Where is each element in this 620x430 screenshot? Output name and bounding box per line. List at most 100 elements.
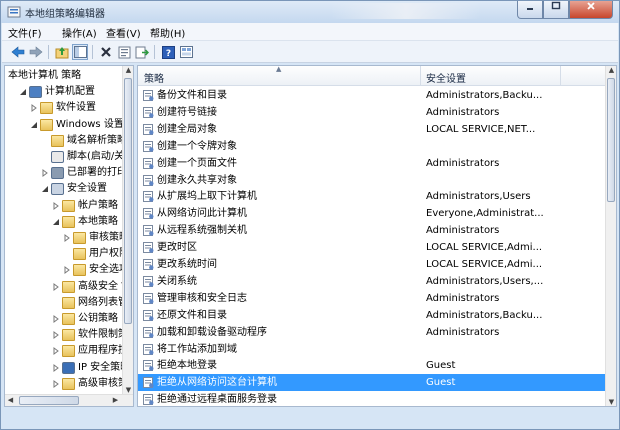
column-divider[interactable] [420, 66, 421, 86]
toolbar-separator [48, 45, 49, 59]
console-tree-pane[interactable]: 本地计算机 策略 计算机配置 软件设置 Windows 设置 域名解析策略 脚本(启动/关… [4, 65, 134, 407]
tree-vertical-scrollbar[interactable]: ▲ ▼ [122, 66, 133, 394]
column-header-policy[interactable]: 策略 [144, 70, 164, 85]
policy-setting-icon [143, 259, 154, 270]
collapsed-triangle-icon[interactable] [52, 315, 60, 323]
back-arrow-icon [11, 46, 25, 58]
policy-row[interactable]: 拒绝从网络访问这台计算机 Guest [138, 374, 606, 392]
tree-horizontal-scrollbar[interactable]: ◀ ▶ [5, 394, 133, 406]
collapsed-triangle-icon[interactable] [52, 379, 60, 388]
policy-setting-icon [143, 360, 154, 372]
title-bar[interactable]: 本地组策略编辑器 [1, 1, 619, 23]
up-level-button[interactable] [54, 44, 70, 60]
policy-row[interactable]: 更改时区 LOCAL SERVICE,Admi... [138, 239, 606, 256]
policy-setting-icon [143, 174, 154, 186]
list-vertical-scrollbar[interactable]: ▲ ▼ [605, 66, 616, 406]
show-hide-tree-button[interactable] [72, 44, 88, 60]
column-divider[interactable] [560, 66, 561, 86]
delete-button[interactable] [98, 44, 114, 60]
policy-row[interactable]: 管理审核和安全日志 Administrators [138, 290, 606, 307]
collapsed-triangle-icon[interactable] [30, 104, 38, 113]
menu-file[interactable]: 文件(F) [8, 25, 42, 40]
policy-row[interactable]: 创建永久共享对象 [138, 172, 606, 189]
policy-security-setting: Administrators,Users [426, 191, 531, 203]
tree-node-label: 网络列表管 [78, 296, 128, 308]
policy-row[interactable]: 拒绝通过远程桌面服务登录 [138, 391, 606, 406]
collapsed-triangle-icon[interactable] [52, 282, 60, 291]
expanded-triangle-icon[interactable] [41, 185, 49, 193]
menu-help[interactable]: 帮助(H) [150, 25, 185, 40]
back-button[interactable] [10, 44, 26, 60]
policy-row[interactable]: 还原文件和目录 Administrators,Backu... [138, 307, 606, 324]
policy-setting-icon [143, 326, 154, 338]
tree-node-label: 安全设置 [67, 183, 107, 195]
minimize-button[interactable] [517, 1, 543, 19]
policy-setting-icon [143, 123, 154, 135]
collapsed-triangle-icon[interactable] [52, 331, 60, 340]
scroll-down-arrow-icon[interactable]: ▼ [123, 386, 133, 394]
policy-setting-icon [143, 225, 154, 237]
scroll-up-arrow-icon[interactable]: ▲ [123, 66, 133, 74]
policy-row[interactable]: 从扩展坞上取下计算机 Administrators,Users [138, 188, 606, 205]
tree-node-label: 帐户策略 [78, 199, 118, 211]
scroll-left-arrow-icon[interactable]: ◀ [5, 396, 16, 404]
menu-action[interactable]: 操作(A) [62, 25, 97, 40]
policy-row[interactable]: 将工作站添加到域 [138, 341, 606, 358]
svg-text:?: ? [165, 49, 170, 59]
close-button[interactable] [569, 1, 613, 19]
scroll-down-arrow-icon[interactable]: ▼ [606, 398, 616, 406]
export-list-button[interactable] [134, 44, 150, 60]
folder-icon [62, 215, 75, 228]
policy-row[interactable]: 更改系统时间 LOCAL SERVICE,Admi... [138, 256, 606, 273]
policy-row[interactable]: 创建全局对象 LOCAL SERVICE,NET... [138, 121, 606, 138]
policy-name: 备份文件和目录 [157, 90, 227, 101]
policy-name: 更改时区 [157, 242, 197, 254]
column-header-setting[interactable]: 安全设置 [426, 70, 466, 85]
policy-row[interactable]: 从远程系统强制关机 Administrators [138, 222, 606, 239]
policy-row[interactable]: 拒绝本地登录 Guest [138, 357, 606, 374]
scroll-up-arrow-icon[interactable]: ▲ [606, 66, 616, 74]
properties-button[interactable] [116, 44, 132, 60]
policy-row[interactable]: 关闭系统 Administrators,Users,... [138, 273, 606, 290]
collapsed-triangle-icon[interactable] [52, 201, 60, 210]
tree-node-label: 域名解析策略 [67, 134, 127, 146]
help-button[interactable]: ? [160, 44, 176, 60]
policy-row[interactable]: 从网络访问此计算机 Everyone,Administrat... [138, 205, 606, 222]
policy-security-setting: LOCAL SERVICE,Admi... [426, 259, 543, 270]
tree-horizontal-scroll-thumb[interactable] [19, 396, 79, 405]
tree-node-label: 公钥策略 [78, 313, 118, 324]
collapsed-triangle-icon[interactable] [41, 169, 49, 178]
policy-row[interactable]: 加载和卸载设备驱动程序 Administrators [138, 324, 606, 341]
policy-row[interactable]: 备份文件和目录 Administrators,Backu... [138, 87, 606, 104]
security-icon [51, 183, 64, 196]
view-button[interactable] [178, 44, 194, 60]
tree-node-label: 本地计算机 策略 [8, 70, 82, 81]
expanded-triangle-icon[interactable] [19, 88, 27, 96]
policy-row[interactable]: 创建一个令牌对象 [138, 138, 606, 155]
policy-row[interactable]: 创建一个页面文件 Administrators [138, 155, 606, 172]
collapsed-triangle-icon[interactable] [52, 347, 60, 356]
collapsed-triangle-icon[interactable] [52, 363, 60, 372]
policy-name: 创建一个令牌对象 [157, 140, 237, 152]
show-hide-tree-icon [73, 46, 87, 58]
menu-view[interactable]: 查看(V) [106, 25, 141, 40]
policy-row[interactable]: 创建符号链接 Administrators [138, 104, 606, 121]
collapsed-triangle-icon[interactable] [63, 234, 71, 242]
minimize-icon [527, 8, 533, 10]
list-vertical-scroll-thumb[interactable] [607, 78, 615, 202]
properties-icon [118, 46, 130, 58]
policy-name: 加载和卸载设备驱动程序 [157, 326, 267, 338]
maximize-button[interactable] [543, 1, 569, 19]
policy-security-setting: Administrators [426, 225, 500, 237]
expanded-triangle-icon[interactable] [30, 121, 38, 129]
scroll-right-arrow-icon[interactable]: ▶ [110, 396, 121, 404]
ip-security-icon [62, 361, 75, 374]
policy-name: 创建永久共享对象 [157, 174, 237, 186]
forward-button[interactable] [28, 44, 44, 60]
policy-name: 将工作站添加到域 [157, 343, 237, 355]
policy-list-pane[interactable]: 策略 ▲ 安全设置 备份文件和目录 Administrators,Backu...… [137, 65, 617, 407]
tree-vertical-scroll-thumb[interactable] [124, 78, 132, 324]
delete-icon [101, 47, 111, 57]
collapsed-triangle-icon[interactable] [63, 266, 71, 275]
expanded-triangle-icon[interactable] [52, 218, 60, 226]
